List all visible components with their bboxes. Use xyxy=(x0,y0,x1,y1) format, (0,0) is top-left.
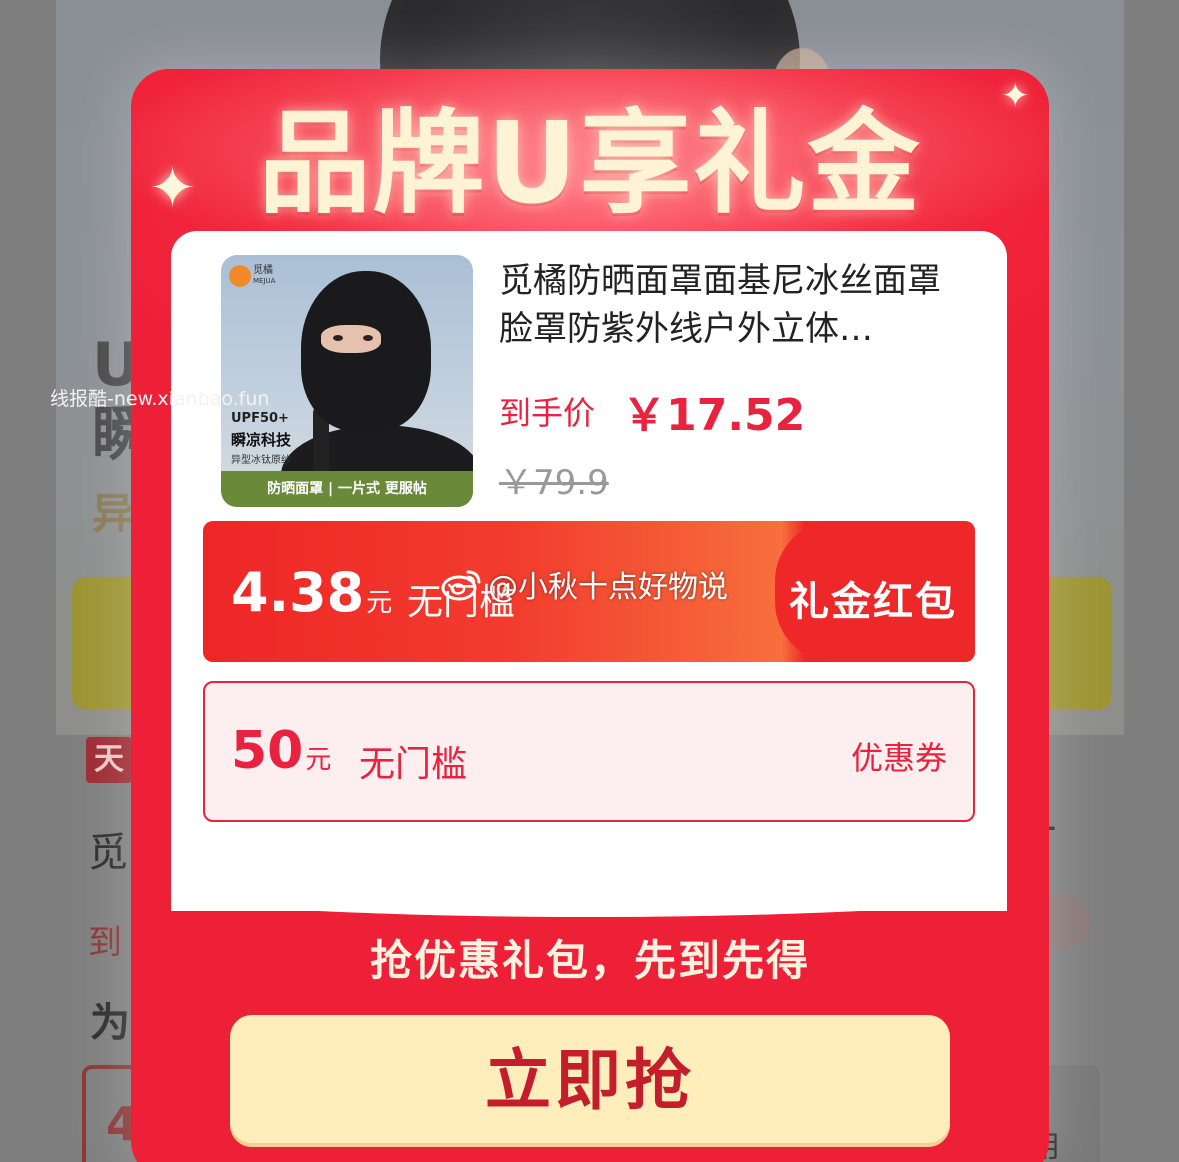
coupon-amount: 50元 xyxy=(231,721,332,781)
weibo-handle: @小秋十点好物说 xyxy=(488,570,728,605)
product-image[interactable]: 觅橘 MEJUA UPF50+ 瞬凉科技 异型冰钛原纱 防晒面罩 | 一片式 更… xyxy=(221,255,473,507)
popup-title: 品牌U享礼金 xyxy=(258,99,922,229)
weibo-icon xyxy=(441,570,481,601)
weibo-watermark: @小秋十点好物说 xyxy=(440,562,728,606)
model-eye xyxy=(363,335,373,341)
image-strip: 防晒面罩 | 一片式 更服帖 xyxy=(221,471,473,507)
watermark: 线报酷-new.xianbao.fun xyxy=(50,388,270,410)
brand-logo-icon xyxy=(229,265,251,287)
coupon-type: 礼金红包 xyxy=(789,579,957,625)
coupon-amount: 4.38元 xyxy=(231,561,393,624)
slogan: 抢优惠礼包，先到先得 xyxy=(369,936,810,985)
discount-coupon[interactable]: 50元 无门槛 优惠券 xyxy=(203,681,975,822)
sparkle-icon: ✦ xyxy=(149,156,196,221)
coupon-condition: 无门槛 xyxy=(359,744,468,785)
background-price-text: 到 xyxy=(88,923,122,963)
brand-logo-text: 觅橘 MEJUA xyxy=(253,265,276,285)
final-price-label: 到手价 xyxy=(499,394,596,432)
original-price: ￥79.9 xyxy=(499,463,609,503)
background-section-text: 为 xyxy=(90,1000,130,1046)
grab-now-button[interactable]: 立即抢 xyxy=(230,1015,950,1147)
model-eye xyxy=(333,335,343,341)
image-fabric-text: 异型冰钛原纱 xyxy=(231,455,291,466)
gift-popup: 品牌U享礼金 ✦ ✦ 觅橘 MEJUA UPF50+ 瞬凉科技 异型冰钛原纱 防… xyxy=(131,69,1049,1162)
coupon-unit: 元 xyxy=(305,745,332,775)
coupon-type: 优惠券 xyxy=(850,739,947,777)
final-price: ￥17.52 xyxy=(622,390,806,441)
product-name[interactable]: 觅橘防晒面罩面基尼冰丝面罩脸罩防紫外线户外立体… xyxy=(499,257,959,353)
hero-subtitle: 异 xyxy=(92,489,135,538)
final-price-row: 到手价 ￥17.52 xyxy=(499,379,805,443)
image-upf-text: UPF50+ xyxy=(231,411,289,426)
store-badge: 天 xyxy=(86,737,132,783)
sparkle-icon: ✦ xyxy=(1001,76,1030,116)
background-title-text: 觅 xyxy=(88,830,128,876)
image-tech-text: 瞬凉科技 xyxy=(231,431,292,449)
coupon-unit: 元 xyxy=(366,588,393,618)
